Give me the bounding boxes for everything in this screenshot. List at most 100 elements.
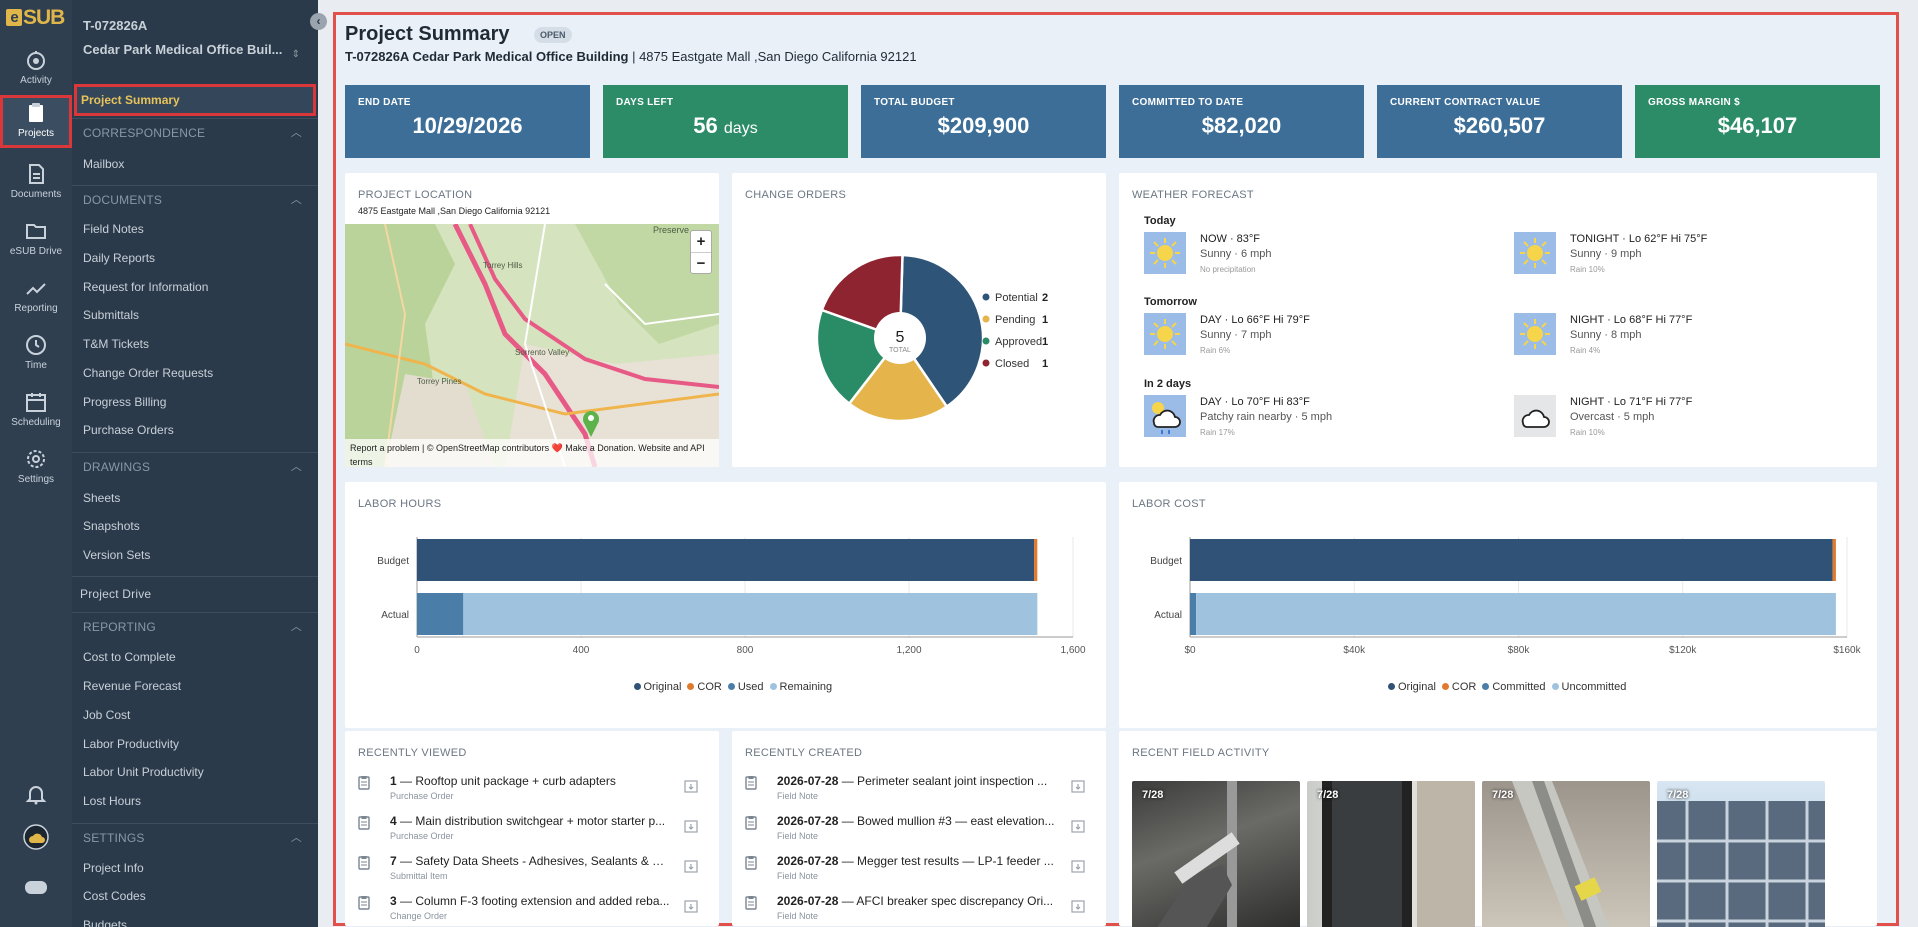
sidebar-item-field-notes[interactable]: Field Notes: [83, 222, 144, 236]
sidebar-item-tm-tickets[interactable]: T&M Tickets: [83, 337, 149, 351]
weather-period: TONIGHT · Lo: [1570, 233, 1645, 245]
open-item-icon[interactable]: [1071, 779, 1085, 793]
sidebar-item-budgets[interactable]: Budgets: [83, 918, 127, 927]
bar-used-actual[interactable]: [417, 593, 464, 635]
weather-temps: 83°F: [1236, 233, 1261, 245]
list-item-title: 2026-07-28 — Bowed mullion #3 — east ele…: [777, 814, 1057, 828]
weather-period: DAY · Lo: [1200, 396, 1247, 408]
rail-documents[interactable]: Documents: [0, 156, 72, 212]
activity-icon: [27, 51, 45, 70]
field-photo[interactable]: 7/28: [1657, 781, 1825, 927]
list-item[interactable]: 4 — Main distribution switchgear + motor…: [358, 814, 698, 850]
list-item[interactable]: 2026-07-28 — Bowed mullion #3 — east ele…: [745, 814, 1085, 850]
rail-projects[interactable]: Projects: [0, 95, 72, 148]
open-item-icon[interactable]: [1071, 859, 1085, 873]
chevron-up-icon: ︿: [290, 621, 302, 633]
sidebar-item-purchase-orders[interactable]: Purchase Orders: [83, 423, 174, 437]
sidebar-item-cost-to-complete[interactable]: Cost to Complete: [83, 650, 176, 664]
weather-description: Sunny · 9 mph: [1570, 248, 1642, 260]
list-item[interactable]: 1 — Rooftop unit package + curb adapters…: [358, 774, 698, 810]
field-photo[interactable]: 7/28: [1307, 781, 1475, 927]
sun-icon: [1144, 232, 1186, 274]
bar-cor-budget[interactable]: [1034, 539, 1038, 581]
section-settings[interactable]: SETTINGS ︿: [72, 823, 318, 851]
open-item-icon[interactable]: [1071, 899, 1085, 913]
weather-summary: NOW · 83°F: [1200, 233, 1260, 245]
project-switcher[interactable]: T-072826A Cedar Park Medical Office Buil…: [83, 18, 308, 60]
sidebar-item-sheets[interactable]: Sheets: [83, 491, 120, 505]
field-photo[interactable]: 7/28: [1132, 781, 1300, 927]
rail-scheduling[interactable]: Scheduling: [0, 384, 72, 440]
location-map[interactable]: Preserve Torrey Hills Torrey Pines Sorre…: [345, 224, 719, 467]
sidebar-item-rfi[interactable]: Request for Information: [83, 280, 208, 294]
sidebar-item-labor-unit-productivity[interactable]: Labor Unit Productivity: [83, 765, 204, 779]
bar-original-budget[interactable]: [417, 539, 1035, 581]
section-reporting[interactable]: REPORTING ︿: [72, 612, 318, 640]
sidebar-item-progress-billing[interactable]: Progress Billing: [83, 395, 166, 409]
open-item-icon[interactable]: [684, 859, 698, 873]
pie-total-value: 5: [896, 329, 905, 346]
rail-activity[interactable]: Activity: [0, 42, 72, 98]
map-attribution[interactable]: Report a problem | © OpenStreetMap contr…: [345, 439, 719, 467]
sidebar-item-daily-reports[interactable]: Daily Reports: [83, 251, 155, 265]
notifications-bell[interactable]: [0, 782, 72, 811]
section-drawings[interactable]: DRAWINGS ︿: [72, 452, 318, 480]
esub-logo[interactable]: e SUB: [6, 6, 66, 32]
labor-cost-card: LABOR COST $0 $40k $80k $120k $160k Budget Act…: [1119, 482, 1877, 728]
open-item-icon[interactable]: [1071, 819, 1085, 833]
sidebar-item-version-sets[interactable]: Version Sets: [83, 548, 150, 562]
bar-original-budget[interactable]: [1190, 539, 1833, 581]
sidebar-item-project-info[interactable]: Project Info: [83, 861, 144, 875]
section-documents[interactable]: DOCUMENTS ︿: [72, 185, 318, 213]
list-item-type: Field Note: [777, 871, 819, 881]
sidebar-item-snapshots[interactable]: Snapshots: [83, 519, 140, 533]
photo-metal-beam: [1512, 781, 1609, 927]
chart-legend: Original COR Committed Uncommitted: [1382, 681, 1626, 693]
sidebar-item-lost-hours[interactable]: Lost Hours: [83, 794, 141, 808]
sidebar-item-job-cost[interactable]: Job Cost: [83, 708, 130, 722]
list-item[interactable]: 2026-07-28 — Perimeter sealant joint ins…: [745, 774, 1085, 810]
user-avatar[interactable]: [0, 824, 72, 855]
open-item-icon[interactable]: [684, 779, 698, 793]
bar-uncommitted-actual[interactable]: [1196, 593, 1836, 635]
bar-committed-actual[interactable]: [1190, 593, 1197, 635]
list-item[interactable]: 7 — Safety Data Sheets - Adhesives, Seal…: [358, 854, 698, 890]
weather-precip: Rain 10%: [1570, 265, 1605, 274]
list-item[interactable]: 2026-07-28 — AFCI breaker spec discrepan…: [745, 894, 1085, 927]
legend-dot: [982, 337, 990, 345]
sidebar-item-submittals[interactable]: Submittals: [83, 308, 139, 322]
open-item-icon[interactable]: [684, 899, 698, 913]
list-item-type: Purchase Order: [390, 831, 454, 841]
sidebar-item-cost-codes[interactable]: Cost Codes: [83, 889, 146, 903]
collapse-sidebar-button[interactable]: ‹: [310, 13, 327, 30]
project-number: T-072826A: [83, 18, 148, 33]
weather-temps: 71°F Hi 77°F: [1629, 396, 1693, 408]
sidebar-item-revenue-forecast[interactable]: Revenue Forecast: [83, 679, 181, 693]
weather-entry: NIGHT · Lo 68°F Hi 77°F Sunny · 8 mph Rain…: [1514, 313, 1884, 357]
field-photo[interactable]: 7/28: [1482, 781, 1650, 927]
rail-time[interactable]: Time: [0, 327, 72, 383]
open-item-icon[interactable]: [684, 819, 698, 833]
map-label-torrey-pines: Torrey Pines: [417, 377, 461, 386]
weather-group-label: Today: [1144, 215, 1176, 227]
bar-cor-budget[interactable]: [1832, 539, 1836, 581]
sidebar-item-change-order-requests[interactable]: Change Order Requests: [83, 366, 213, 380]
rail-settings[interactable]: Settings: [0, 441, 72, 497]
map-zoom-in-button[interactable]: +: [691, 231, 711, 252]
map-zoom-out-button[interactable]: −: [691, 252, 711, 274]
chat-button[interactable]: [0, 878, 72, 903]
section-correspondence[interactable]: CORRESPONDENCE ︿: [72, 118, 318, 146]
weather-precip: No precipitation: [1200, 265, 1256, 274]
bar-remaining-actual[interactable]: [463, 593, 1038, 635]
kpi-current-contract-value: CURRENT CONTRACT VALUE $260,507: [1377, 85, 1622, 158]
list-item[interactable]: 2026-07-28 — Megger test results — LP-1 …: [745, 854, 1085, 890]
sidebar-item-labor-productivity[interactable]: Labor Productivity: [83, 737, 179, 751]
weather-summary: NIGHT · Lo 71°F Hi 77°F: [1570, 396, 1692, 408]
photo-sealant-gun: [1157, 781, 1240, 927]
sidebar-item-project-drive[interactable]: Project Drive: [72, 576, 318, 610]
sidebar-item-mailbox[interactable]: Mailbox: [83, 157, 124, 171]
sidebar-item-project-summary[interactable]: Project Summary: [74, 84, 316, 116]
rail-esub-drive[interactable]: eSUB Drive: [0, 213, 72, 269]
list-item[interactable]: 3 — Column F-3 footing extension and add…: [358, 894, 698, 927]
rail-reporting[interactable]: Reporting: [0, 270, 72, 326]
